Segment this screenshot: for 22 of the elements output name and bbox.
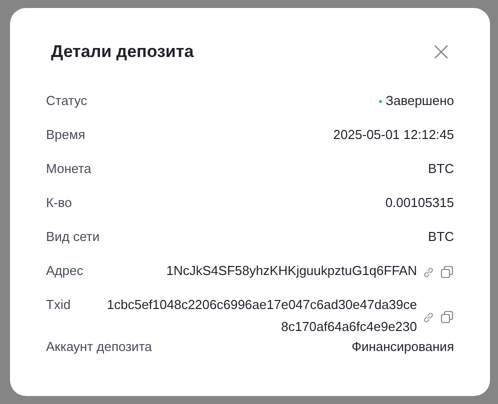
field-value: Финансирования	[352, 338, 454, 356]
field-value: BTC	[428, 228, 454, 246]
close-button[interactable]: ×	[428, 41, 454, 63]
dialog-title: Детали депозита	[50, 42, 194, 62]
field-label: Статус	[46, 92, 88, 110]
field-label: Аккаунт депозита	[46, 338, 152, 356]
field-label: Txid	[46, 296, 71, 314]
field-value: Завершено	[386, 92, 454, 110]
field-value: 2025-05-01 12:12:45	[333, 126, 454, 144]
field-label: Адрес	[46, 262, 84, 280]
copy-icon[interactable]	[440, 310, 454, 324]
field-value: BTC	[428, 160, 454, 178]
field-value: 0.00105315	[385, 194, 454, 212]
field-label: Время	[46, 126, 86, 144]
link-icon[interactable]	[422, 266, 435, 278]
field-label: К-во	[46, 194, 72, 212]
field-label: Монета	[46, 160, 92, 178]
field-label: Вид сети	[46, 228, 100, 246]
link-icon[interactable]	[422, 310, 435, 324]
field-value: 1cbc5ef1048c2206c6996ae17e047c6ad30e47da39ce8c170af64a6fc4e9e230	[106, 296, 417, 336]
field-value: 1NcJkS4SF58yhzKHKjguukpztuG1q6FFAN	[166, 262, 417, 280]
copy-icon[interactable]	[440, 265, 454, 279]
